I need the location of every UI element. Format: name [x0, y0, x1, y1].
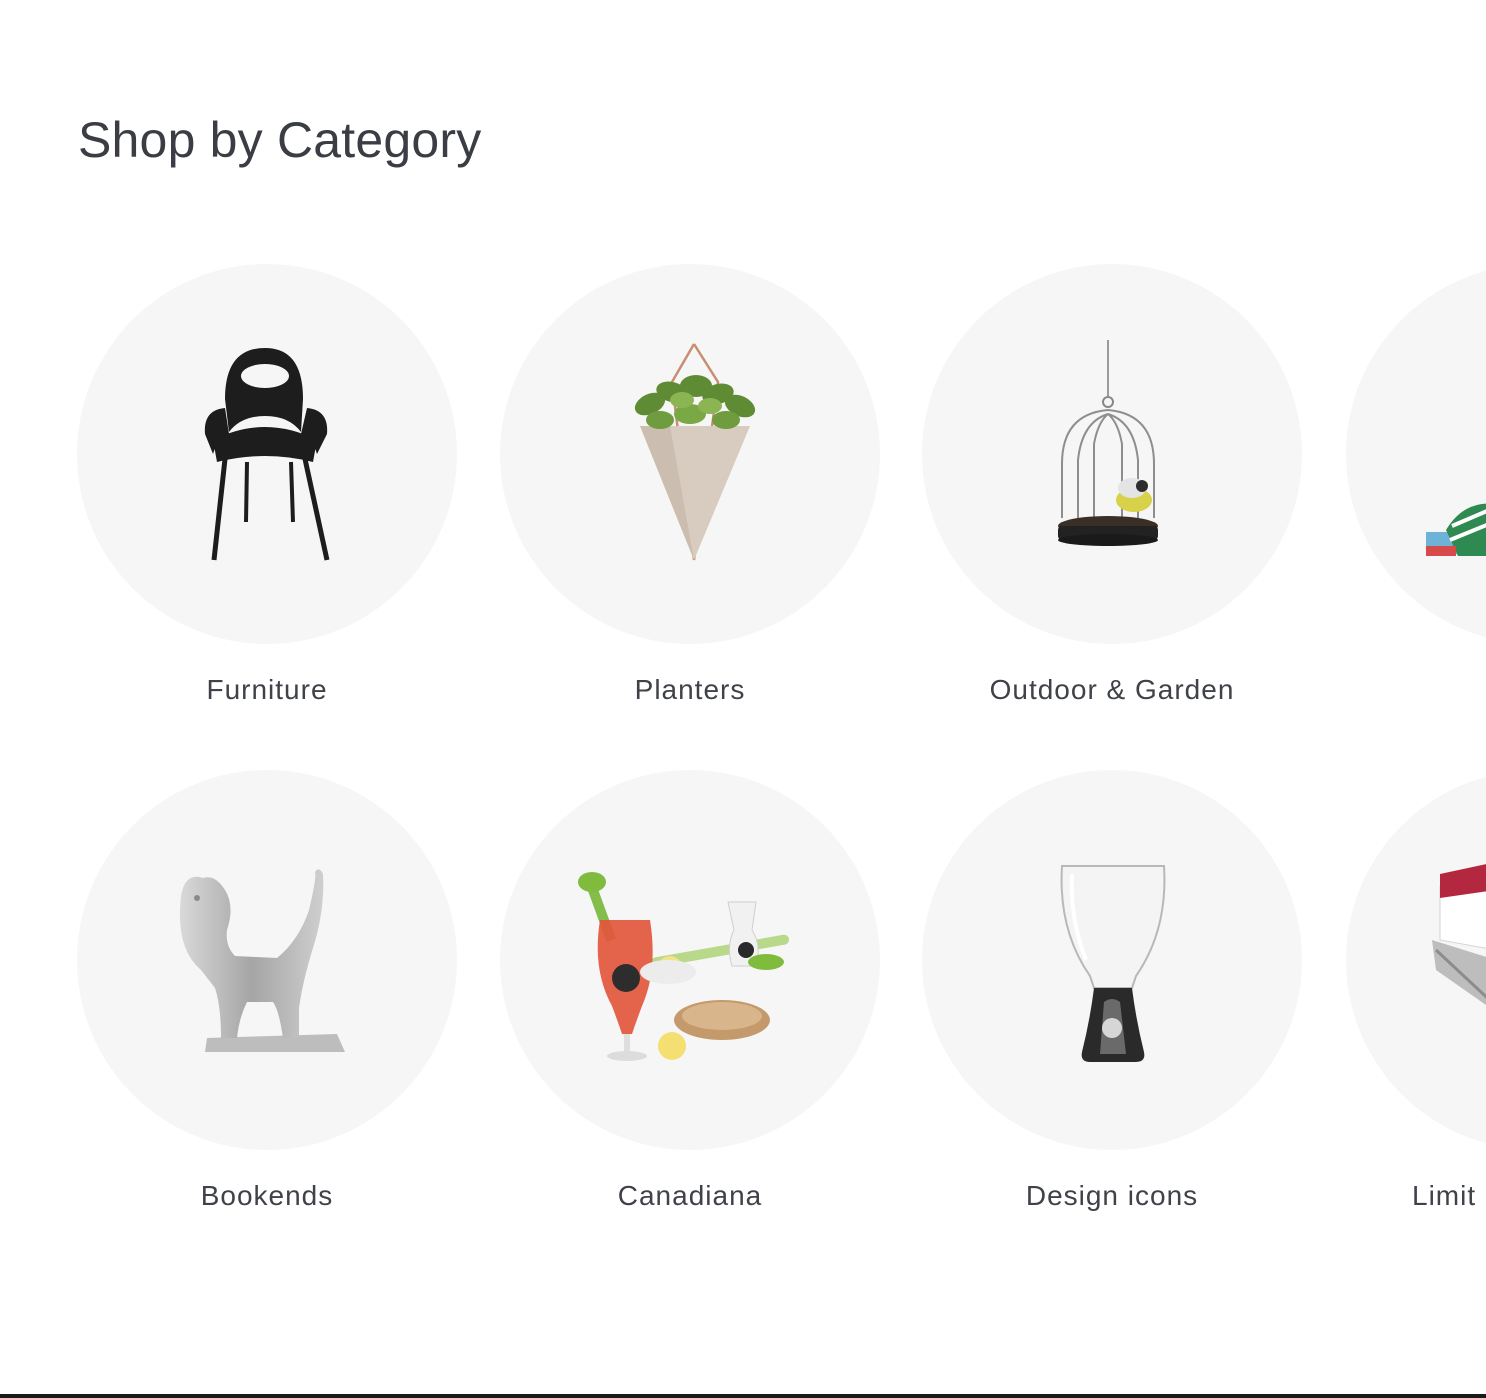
category-label-canadiana: Canadiana: [617, 1180, 763, 1211]
caesar-glass-icon: [578, 872, 790, 1061]
wine-glass-icon: [1060, 865, 1166, 1062]
category-image-partial-2: [1346, 770, 1486, 1150]
category-tile-furniture[interactable]: Furniture: [77, 264, 457, 734]
bottom-border: [0, 1394, 1486, 1398]
category-tile-canadiana[interactable]: Canadiana: [500, 770, 880, 1240]
textile-icon: [1426, 503, 1486, 556]
category-tile-planters[interactable]: Planters: [500, 264, 880, 734]
category-label-furniture: Furniture: [206, 674, 328, 705]
category-tile-design-icons[interactable]: Design icons: [922, 770, 1302, 1240]
category-tile-partial-1[interactable]: [1346, 264, 1486, 734]
shop-by-category-section: Shop by Category Furniture Planters Outd…: [0, 0, 1486, 1398]
dog-bookend-icon: [179, 869, 345, 1052]
category-label-outdoor-garden: Outdoor & Garden: [989, 674, 1235, 705]
category-label-planters: Planters: [634, 674, 746, 705]
category-image-bookends: [77, 770, 457, 1150]
category-image-planters: [500, 264, 880, 644]
category-image-partial-1: [1346, 264, 1486, 644]
category-label-bookends: Bookends: [200, 1180, 334, 1211]
category-image-design-icons: [922, 770, 1302, 1150]
category-image-canadiana: [500, 770, 880, 1150]
chair-icon: [204, 348, 330, 561]
category-label-partial-2: Limit: [1412, 1180, 1477, 1211]
birdcage-icon: [1058, 340, 1158, 546]
category-tile-partial-2[interactable]: Limit: [1346, 770, 1486, 1240]
category-label-design-icons: Design icons: [1025, 1180, 1199, 1211]
category-tile-bookends[interactable]: Bookends: [77, 770, 457, 1240]
planter-icon: [634, 343, 756, 561]
section-title: Shop by Category: [78, 112, 482, 168]
gift-box-icon: [1432, 864, 1486, 1005]
category-tile-outdoor-garden[interactable]: Outdoor & Garden: [922, 264, 1302, 734]
category-image-outdoor-garden: [922, 264, 1302, 644]
category-image-furniture: [77, 264, 457, 644]
